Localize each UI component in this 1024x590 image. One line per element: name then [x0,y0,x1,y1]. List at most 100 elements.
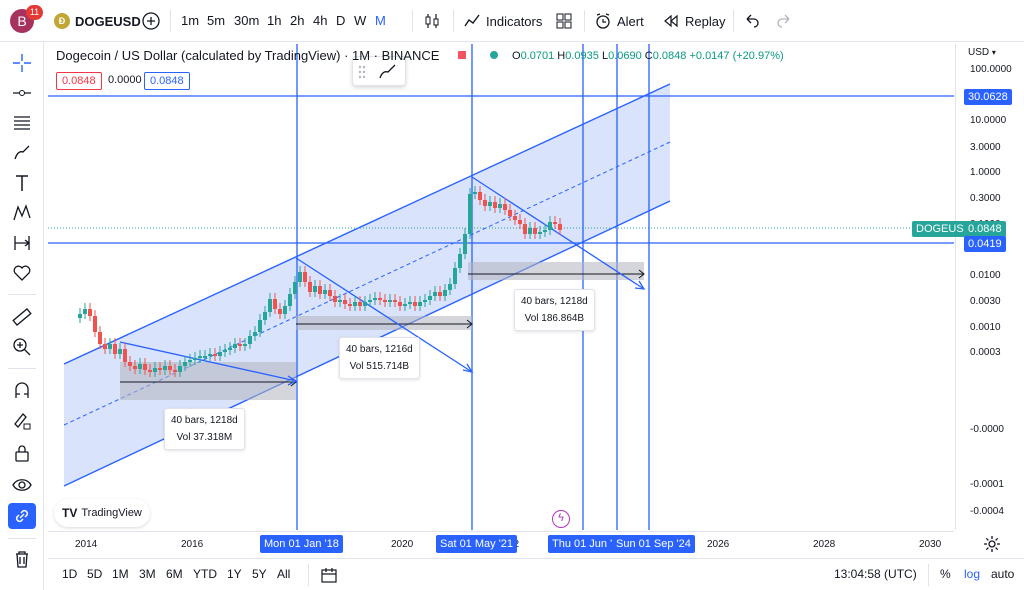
interval-2h[interactable]: 2h [290,10,304,32]
candle [478,192,482,200]
magnet-tool[interactable] [8,378,36,404]
date-range-info-3: 40 bars, 1218d Vol 186.864B [514,289,595,331]
chart-type-button[interactable] [422,11,442,31]
pattern-tool[interactable] [8,200,36,226]
zoom-tool[interactable] [8,334,36,360]
date-range-box-3[interactable] [468,262,644,280]
currency-label: USD [968,47,990,58]
redo-button[interactable] [774,11,794,31]
candle [113,344,117,354]
indicators-icon [464,14,480,27]
legend-title-text: Dogecoin / US Dollar (calculated by Trad… [56,48,440,63]
remove-drawings-tool[interactable] [8,546,36,572]
ask-price-box[interactable]: 0.0848 [144,72,190,90]
dogecoin-logo-icon: Ð [54,13,70,29]
low-value: 0.0690 [608,50,642,62]
measure-tool[interactable] [8,230,36,256]
symbol-label: DOGEUSD [75,13,141,29]
fib-tool[interactable] [8,110,36,136]
interval-D[interactable]: D [336,10,345,32]
range-button-all[interactable]: All [277,567,290,581]
candle [98,332,102,344]
date-range-box-2[interactable] [296,316,472,330]
chart-pane[interactable]: 40 bars, 1218d Vol 37.318M 40 bars, 1216… [48,44,954,530]
brush-tool[interactable] [8,140,36,166]
candle [428,296,432,300]
price-tick: -0.0004 [970,506,1004,517]
symbol-search-button[interactable]: Ð DOGEUSD [54,10,141,32]
interval-30m[interactable]: 30m [234,10,259,32]
interval-4h[interactable]: 4h [313,10,327,32]
interval-W[interactable]: W [354,10,366,32]
drag-handle-icon[interactable] [358,65,366,79]
indicators-button[interactable]: Indicators [463,10,542,32]
alert-button[interactable]: Alert [594,10,644,32]
candle [323,290,327,294]
log-label: log [964,567,981,581]
open-value: 0.0701 [520,50,555,62]
range-button-6m[interactable]: 6M [166,567,183,581]
date-range-info-2: 40 bars, 1216d Vol 515.714B [339,337,420,379]
price-marker-lower: 0.0419 [964,236,1006,252]
interval-M[interactable]: M [375,10,386,32]
range-button-5y[interactable]: 5Y [252,567,267,581]
price-axis[interactable]: USD ▾ 100.0000 10.0000 3.0000 1.0000 0.3000 0… [955,44,1024,530]
lock-drawing-tool[interactable] [8,408,36,434]
crosshair-tool[interactable] [8,50,36,76]
tradingview-logo-icon: TV [62,506,78,520]
text-tool[interactable] [8,170,36,196]
candle [143,364,147,370]
layouts-button[interactable] [554,11,574,31]
range-button-1y[interactable]: 1Y [227,567,242,581]
trend-line-tool[interactable] [8,80,36,106]
interval-1m[interactable]: 1m [181,10,199,32]
range-button-1m[interactable]: 1M [112,567,129,581]
chart-settings-button[interactable] [983,535,1001,553]
lock-all-tool[interactable] [8,440,36,466]
parallel-channel-drawing[interactable] [63,83,671,487]
bid-price-box[interactable]: 0.0848 [56,72,102,90]
tradingview-watermark[interactable]: TV TradingView [54,499,150,527]
hide-drawings-tool[interactable] [8,472,36,498]
candle [103,344,107,349]
ruler-tool[interactable] [8,304,36,330]
replay-button[interactable]: Replay [662,10,725,32]
utc-clock[interactable]: 13:04:58 (UTC) [834,567,917,581]
pencil-lock-icon [14,413,31,430]
symbol-legend-title[interactable]: Dogecoin / US Dollar (calculated by Trad… [56,48,439,63]
candle [153,368,157,372]
percent-label: % [940,567,951,581]
interval-1h[interactable]: 1h [267,10,281,32]
event-marker[interactable]: ϟ [552,510,570,528]
time-label-text: Sun 01 Sep '24 [616,538,691,550]
time-label-2024: Sun 01 Sep '24 [612,535,695,553]
candle [378,298,382,300]
currency-selector[interactable]: USD ▾ [968,47,996,58]
change-value: +0.0147 (+20.97%) [689,50,784,62]
brush-icon[interactable] [377,62,399,82]
percent-toggle[interactable]: % [940,567,951,581]
range-button-ytd[interactable]: YTD [193,567,217,581]
time-tick: 2028 [813,539,836,550]
candle [333,296,337,302]
range-button-1d[interactable]: 1D [62,567,77,581]
candle [233,344,237,348]
candle [108,344,112,349]
range-button-5d[interactable]: 5D [87,567,102,581]
go-to-date-button[interactable] [320,566,338,584]
candle [308,282,312,292]
log-toggle[interactable]: log [964,567,980,581]
undo-button[interactable] [742,11,762,31]
auto-toggle[interactable]: auto [991,567,1014,581]
interval-5m[interactable]: 5m [207,10,225,32]
candle [468,194,472,234]
candle [508,210,512,216]
magnet-icon [15,382,29,398]
favorites-tool[interactable] [8,260,36,286]
compare-symbol-button[interactable] [141,11,161,31]
sync-drawings-tool[interactable] [8,503,36,529]
candle [238,344,242,346]
range-button-3m[interactable]: 3M [139,567,156,581]
fib-retracement-icon [14,116,30,130]
text-icon [16,175,28,191]
